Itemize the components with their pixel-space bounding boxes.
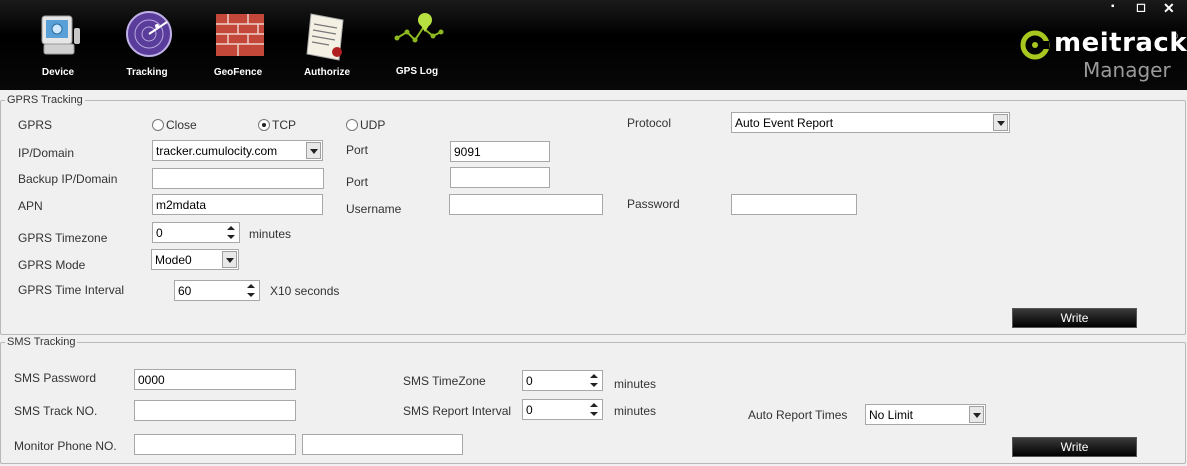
protocol-label: Protocol [627,116,672,130]
sms-report-interval-value: 0 [526,403,533,417]
password-label: Password [627,197,680,211]
sms-timezone-stepper[interactable]: 0 [522,370,603,391]
spin-down-icon[interactable] [245,291,257,300]
chevron-down-icon[interactable] [993,114,1008,131]
radio-label: Close [166,118,197,132]
sms-report-interval-unit: minutes [614,404,657,418]
gprs-time-interval-value: 60 [178,284,192,298]
logo-registered-mark: ® [1172,32,1178,41]
gprs-mode-label: GPRS Mode [18,258,86,272]
auto-report-times-value: No Limit [869,408,914,422]
toolbar-authorize-button[interactable]: Authorize [292,8,362,86]
gprs-mode-value: Mode0 [155,253,192,267]
certificate-icon [306,13,344,61]
gprs-label: GPRS [18,118,53,132]
gprs-timezone-unit: minutes [249,227,292,241]
toolbar-item-label: Tracking [126,67,168,78]
radar-icon [126,11,172,57]
gps-path-icon [394,13,444,43]
sms-write-button[interactable]: Write [1012,437,1137,457]
protocol-value: Auto Event Report [735,116,834,130]
gprs-timezone-label: GPRS Timezone [18,231,108,245]
monitor-phone-no-label: Monitor Phone NO. [14,439,117,453]
close-button[interactable]: ✕ [1163,0,1175,17]
username-label: Username [346,202,402,216]
toolbar-gps-log-button[interactable]: GPS Log [382,8,452,86]
gprs-timezone-value: 0 [156,226,163,240]
apn-label: APN [18,199,43,213]
gprs-time-interval-unit: X10 seconds [270,284,340,298]
chevron-down-icon[interactable] [306,142,321,159]
radio-checked-icon [258,119,270,131]
sms-report-interval-stepper[interactable]: 0 [522,399,603,420]
ip-domain-label: IP/Domain [18,146,75,160]
chevron-down-icon[interactable] [969,406,984,423]
toolbar-item-label: GeoFence [213,67,263,78]
gprs-close-radio[interactable]: Close [152,118,197,132]
gprs-tracking-title: GPRS Tracking [5,94,85,106]
sms-timezone-label: SMS TimeZone [403,374,486,388]
backup-ip-domain-label: Backup IP/Domain [18,172,118,186]
auto-report-times-select[interactable]: No Limit [865,404,986,425]
auto-report-times-label: Auto Report Times [748,408,848,422]
toolbar-tracking-button[interactable]: Tracking [112,8,182,86]
backup-port-field[interactable] [450,167,550,188]
toolbar-item-label: Authorize [303,67,351,78]
toolbar-geofence-button[interactable]: GeoFence [203,8,273,86]
chevron-down-icon[interactable] [222,251,237,268]
sms-tracking-title: SMS Tracking [5,336,78,348]
spin-down-icon[interactable] [588,381,600,390]
sms-timezone-value: 0 [526,374,533,388]
ip-domain-select[interactable]: tracker.cumulocity.com [152,140,323,161]
monitor-icon [41,15,80,55]
ip-domain-value: tracker.cumulocity.com [156,144,278,158]
minimize-button[interactable]: ▪ [1111,1,1115,12]
sms-timezone-unit: minutes [614,377,657,391]
username-field[interactable] [449,194,603,215]
sms-password-field[interactable]: 0000 [134,369,296,390]
spin-up-icon[interactable] [588,372,600,381]
spin-down-icon[interactable] [225,233,237,242]
radio-unchecked-icon [152,119,164,131]
spin-down-icon[interactable] [588,410,600,419]
password-field[interactable] [731,194,857,215]
sms-track-no-field[interactable] [134,400,296,421]
radio-label: TCP [272,118,296,132]
logo-subtitle: Manager [1083,58,1171,82]
toolbar-device-button[interactable]: Device [23,8,93,86]
backup-port-label: Port [346,175,369,189]
spin-up-icon[interactable] [588,401,600,410]
port-label: Port [346,143,369,157]
sms-track-no-label: SMS Track NO. [14,404,98,418]
meitrack-logo-icon [1020,30,1050,60]
meitrack-logo: meitrack ® Manager [1018,28,1187,88]
sms-report-interval-label: SMS Report Interval [403,404,512,418]
gprs-tcp-radio[interactable]: TCP [258,118,296,132]
radio-label: UDP [360,118,386,132]
monitor-phone-no-field-2[interactable] [302,434,463,455]
toolbar-item-label: GPS Log [395,66,439,77]
main-toolbar: Device Tracking GeoFence Authorize GPS L… [0,0,1187,90]
radio-unchecked-icon [346,119,358,131]
toolbar-item-label: Device [41,67,75,78]
spin-up-icon[interactable] [245,282,257,291]
brick-wall-icon [216,14,264,56]
backup-ip-domain-field[interactable] [152,168,324,189]
gprs-timezone-stepper[interactable]: 0 [152,222,240,243]
protocol-select[interactable]: Auto Event Report [731,112,1010,133]
logo-brand: meitrack [1054,28,1187,58]
gprs-write-button[interactable]: Write [1012,308,1137,328]
gprs-udp-radio[interactable]: UDP [346,118,385,132]
gprs-time-interval-label: GPRS Time Interval [18,283,125,297]
gprs-mode-select[interactable]: Mode0 [151,249,239,270]
gprs-time-interval-stepper[interactable]: 60 [174,280,260,301]
port-field[interactable]: 9091 [450,141,550,162]
apn-field[interactable]: m2mdata [152,194,323,215]
maximize-button[interactable]: ◻ [1136,0,1146,14]
monitor-phone-no-field-1[interactable] [134,434,296,455]
sms-password-label: SMS Password [14,371,97,385]
spin-up-icon[interactable] [225,224,237,233]
